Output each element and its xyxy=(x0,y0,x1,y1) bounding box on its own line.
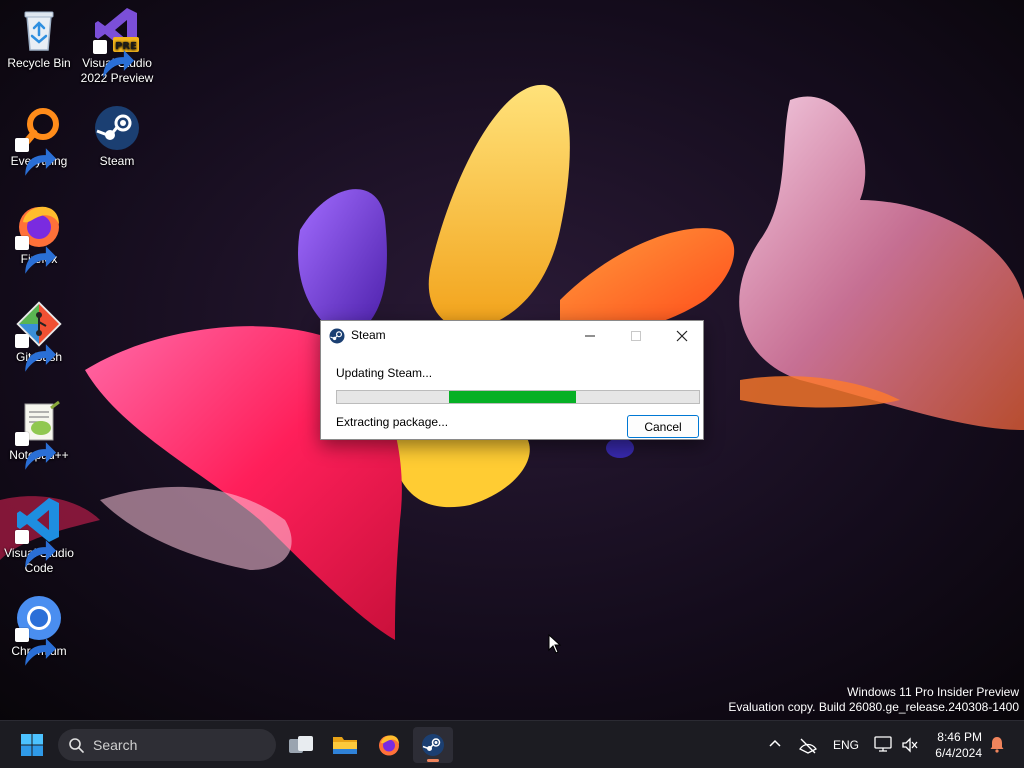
file-explorer-icon xyxy=(333,737,357,754)
minimize-icon xyxy=(585,335,595,337)
desktop-icon-firefox[interactable]: Firefox xyxy=(0,202,78,274)
watermark-line-1: Windows 11 Pro Insider Preview xyxy=(847,685,1019,699)
desktop-icon-notepadpp[interactable]: Notepad++ xyxy=(0,398,78,470)
taskbar-search[interactable]: Search xyxy=(58,729,276,761)
active-app-indicator xyxy=(427,759,439,762)
desktop-icon-label: Recycle Bin xyxy=(7,56,71,70)
steam-taskbar-button[interactable] xyxy=(413,727,453,763)
clock-date: 6/4/2024 xyxy=(935,746,982,760)
shortcut-arrow-icon xyxy=(15,334,57,372)
file-explorer-button[interactable] xyxy=(325,727,365,763)
start-button[interactable] xyxy=(12,727,52,763)
desktop-icon-recycle-bin[interactable]: Recycle Bin xyxy=(0,6,78,71)
volume-muted-icon[interactable] xyxy=(900,735,920,755)
notification-bell-icon[interactable] xyxy=(988,735,1006,753)
cancel-button[interactable]: Cancel xyxy=(627,415,699,438)
taskbar-clock[interactable]: 8:46 PM 6/4/2024 xyxy=(926,729,982,761)
steam-icon xyxy=(422,734,444,756)
windows-watermark: Windows 11 Pro Insider Preview Evaluatio… xyxy=(728,685,1019,715)
show-hidden-icons-chevron-up-icon[interactable] xyxy=(766,735,784,753)
desktop-icon-everything[interactable]: Everything xyxy=(0,104,78,176)
desktop-icon-chromium[interactable]: Chromium xyxy=(0,594,78,666)
firefox-taskbar-button[interactable] xyxy=(369,727,409,763)
close-icon xyxy=(676,330,688,342)
status-text: Updating Steam... xyxy=(336,366,433,380)
maximize-icon xyxy=(631,331,641,341)
minimize-button[interactable] xyxy=(567,321,613,351)
maximize-button[interactable] xyxy=(613,321,659,351)
firefox-icon xyxy=(15,202,63,274)
steam-update-dialog: Steam Updating Steam... Extracting packa… xyxy=(320,320,704,440)
progress-bar xyxy=(336,390,700,404)
search-icon xyxy=(69,738,84,753)
watermark-line-2: Evaluation copy. Build 26080.ge_release.… xyxy=(728,700,1019,714)
steam-icon xyxy=(93,104,141,152)
everything-icon xyxy=(15,104,63,176)
shortcut-arrow-icon xyxy=(15,530,57,568)
display-icon[interactable] xyxy=(873,734,893,754)
shortcut-arrow-icon xyxy=(15,432,57,470)
vscode-icon xyxy=(15,496,63,568)
notepadpp-icon xyxy=(15,398,63,470)
dialog-titlebar[interactable]: Steam xyxy=(321,321,703,351)
firefox-icon xyxy=(379,735,399,756)
chromium-icon xyxy=(15,594,63,666)
desktop-icon-visual-studio[interactable]: PRE Visual Studio 2022 Preview xyxy=(78,6,156,86)
progress-bar-fill xyxy=(449,391,576,403)
shortcut-arrow-icon xyxy=(15,138,57,176)
close-button[interactable] xyxy=(659,321,705,351)
clock-time: 8:46 PM xyxy=(937,730,982,744)
shortcut-arrow-icon xyxy=(15,628,57,666)
git-bash-icon xyxy=(15,300,63,372)
desktop-icon-git-bash[interactable]: Git Bash xyxy=(0,300,78,372)
shortcut-arrow-icon xyxy=(93,40,135,78)
dialog-title: Steam xyxy=(351,328,386,342)
desktop-icon-steam[interactable]: Steam xyxy=(78,104,156,169)
task-view-icon xyxy=(289,736,313,753)
desktop-icon-vscode[interactable]: Visual Studio Code xyxy=(0,496,78,576)
desktop-icon-label: Steam xyxy=(99,154,135,168)
shortcut-arrow-icon xyxy=(15,236,57,274)
detail-text: Extracting package... xyxy=(336,415,449,429)
visual-studio-icon: PRE xyxy=(93,6,141,78)
network-disconnected-icon[interactable] xyxy=(798,735,818,755)
task-view-button[interactable] xyxy=(281,727,321,763)
search-placeholder: Search xyxy=(93,737,138,753)
language-indicator[interactable]: ENG xyxy=(833,738,859,768)
recycle-bin-icon xyxy=(15,6,63,54)
mouse-cursor-icon xyxy=(548,634,562,654)
taskbar: Search ENG 8:46 PM 6/4/2024 xyxy=(0,720,1024,768)
steam-icon xyxy=(329,328,345,344)
start-icon xyxy=(21,734,43,756)
